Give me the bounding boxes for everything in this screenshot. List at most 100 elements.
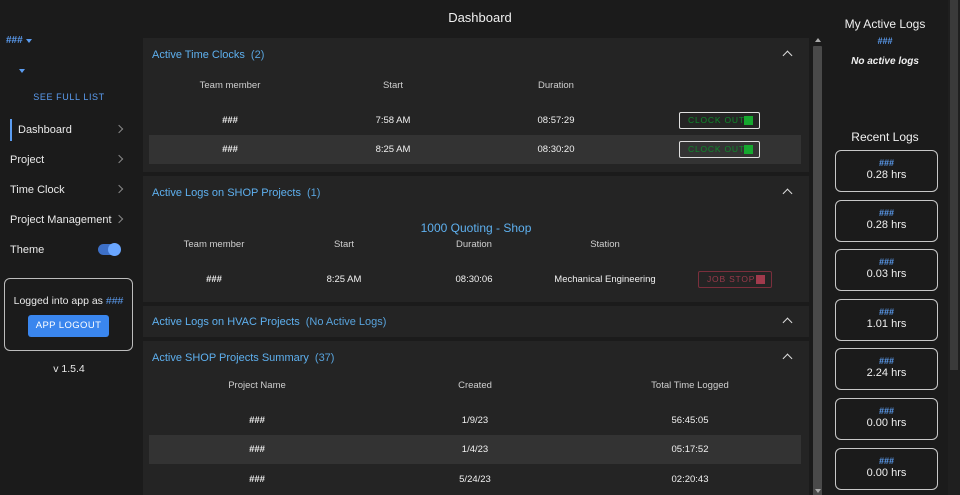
log-hours: 1.01 hrs	[866, 318, 907, 330]
start-time: 8:25 AM	[375, 144, 411, 155]
log-user: ###	[878, 356, 895, 366]
log-user: ###	[878, 208, 895, 218]
see-full-list-link[interactable]: SEE FULL LIST	[0, 92, 138, 102]
recent-log-card[interactable]: ### 0.03 hrs	[835, 249, 938, 291]
panel-header[interactable]: Active SHOP Projects Summary (37)	[152, 352, 334, 364]
panel-header[interactable]: Active Logs on SHOP Projects (1)	[152, 187, 320, 199]
shop-summary-panel: Active SHOP Projects Summary (37) Project…	[143, 341, 809, 495]
stop-square-icon	[756, 275, 765, 284]
created-date: 1/4/23	[461, 444, 489, 455]
sidebar-item-label: Theme	[10, 244, 45, 256]
chevron-up-icon[interactable]	[782, 317, 793, 328]
page-scrollbar-thumb[interactable]	[950, 0, 958, 370]
my-active-logs-title: My Active Logs	[844, 17, 926, 31]
column-header: Start	[382, 80, 404, 91]
recent-log-card[interactable]: ### 2.24 hrs	[835, 348, 938, 390]
total-time: 05:17:52	[671, 444, 709, 455]
version-label: v 1.5.4	[53, 363, 85, 375]
chevron-down-icon[interactable]	[19, 69, 25, 73]
duration: 08:30:06	[455, 274, 493, 285]
team-member: ###	[206, 274, 222, 285]
log-hours: 0.28 hrs	[866, 169, 907, 181]
panel-header[interactable]: Active Logs on HVAC Projects (No Active L…	[152, 316, 386, 328]
button-label: CLOCK OUT	[688, 144, 745, 154]
clock-out-button[interactable]: CLOCK OUT	[679, 112, 760, 129]
log-user: ###	[878, 257, 895, 267]
sidebar-item-theme: Theme	[0, 239, 128, 261]
active-time-clocks-panel: Active Time Clocks (2) Team member Start …	[143, 38, 809, 172]
team-member: ###	[222, 115, 238, 126]
project-name: ###	[249, 444, 265, 455]
total-time: 56:45:05	[671, 415, 709, 426]
recent-log-card[interactable]: ### 0.00 hrs	[835, 398, 938, 440]
chevron-right-icon	[114, 214, 124, 224]
duration: 08:30:20	[537, 144, 575, 155]
sidebar-item-project-management[interactable]: Project Management	[0, 209, 128, 231]
panel-title: Active SHOP Projects Summary	[152, 352, 309, 364]
log-hours: 0.28 hrs	[866, 219, 907, 231]
panel-count: (2)	[250, 49, 265, 61]
sidebar-item-project[interactable]: Project	[0, 149, 128, 171]
table-row[interactable]: ### 5/24/23 02:20:43	[149, 465, 801, 494]
column-header: Start	[333, 239, 355, 250]
theme-toggle[interactable]	[98, 243, 121, 256]
account-selector[interactable]: ###	[6, 35, 32, 46]
sidebar-item-label: Project	[10, 154, 45, 166]
chevron-up-icon[interactable]	[782, 188, 793, 199]
column-header: Station	[590, 239, 620, 250]
table-row: ### 8:25 AM 08:30:06 Mechanical Engineer…	[149, 265, 801, 294]
panel-title: Active Logs on HVAC Projects	[152, 316, 300, 328]
app-logout-button[interactable]: APP LOGOUT	[28, 315, 109, 337]
team-member: ###	[222, 144, 238, 155]
login-label: Logged into app as	[13, 295, 103, 307]
project-name: ###	[249, 474, 265, 485]
project-title[interactable]: 1000 Quoting - Shop	[143, 221, 809, 235]
chevron-right-icon	[114, 154, 124, 164]
recent-log-card[interactable]: ### 1.01 hrs	[835, 299, 938, 341]
start-time: 8:25 AM	[326, 274, 362, 285]
panel-header[interactable]: Active Time Clocks (2)	[152, 49, 264, 61]
chevron-down-icon	[25, 38, 32, 43]
stop-square-icon	[744, 145, 753, 154]
scrollbar-thumb[interactable]	[813, 46, 822, 495]
recent-log-card[interactable]: ### 0.28 hrs	[835, 200, 938, 242]
login-user: ###	[105, 295, 124, 307]
chevron-up-icon[interactable]	[782, 50, 793, 61]
log-hours: 0.00 hrs	[866, 467, 907, 479]
button-label: CLOCK OUT	[688, 115, 745, 125]
job-stop-button[interactable]: JOB STOP	[698, 271, 772, 288]
column-header: Team member	[183, 239, 245, 250]
chevron-up-icon[interactable]	[782, 353, 793, 364]
clock-out-button[interactable]: CLOCK OUT	[679, 141, 760, 158]
column-header: Duration	[456, 239, 492, 250]
toggle-knob	[108, 243, 121, 256]
chevron-right-icon	[114, 124, 124, 134]
recent-log-card[interactable]: ### 0.00 hrs	[835, 448, 938, 490]
main-scrollbar[interactable]	[812, 36, 823, 495]
column-header: Project Name	[228, 380, 286, 391]
page-title: Dashboard	[448, 10, 512, 25]
my-logs-account: ###	[877, 36, 893, 46]
button-label: JOB STOP	[707, 274, 756, 284]
page-scrollbar[interactable]	[948, 0, 960, 495]
panel-title: Active Logs on SHOP Projects	[152, 187, 301, 199]
total-time: 02:20:43	[671, 474, 709, 485]
sidebar-item-dashboard[interactable]: Dashboard	[10, 119, 128, 141]
table-row: ### 8:25 AM 08:30:20 CLOCK OUT	[149, 135, 801, 164]
stop-square-icon	[744, 116, 753, 125]
sidebar: ### SEE FULL LIST Dashboard Project Time…	[0, 0, 138, 495]
log-user: ###	[878, 406, 895, 416]
scroll-down-arrow-icon[interactable]	[815, 489, 821, 493]
sidebar-item-time-clock[interactable]: Time Clock	[0, 179, 128, 201]
sidebar-item-label: Time Clock	[10, 184, 65, 196]
panel-count: (37)	[314, 352, 335, 364]
right-panel: My Active Logs ### No active logs Recent…	[826, 0, 944, 495]
table-row[interactable]: ### 1/4/23 05:17:52	[149, 435, 801, 464]
sidebar-item-label: Dashboard	[18, 124, 72, 136]
table-row[interactable]: ### 1/9/23 56:45:05	[149, 406, 801, 435]
created-date: 5/24/23	[459, 474, 491, 485]
scroll-up-arrow-icon[interactable]	[815, 38, 821, 42]
panel-count: (No Active Logs)	[305, 316, 387, 328]
recent-log-card[interactable]: ### 0.28 hrs	[835, 150, 938, 192]
panel-count: (1)	[306, 187, 321, 199]
